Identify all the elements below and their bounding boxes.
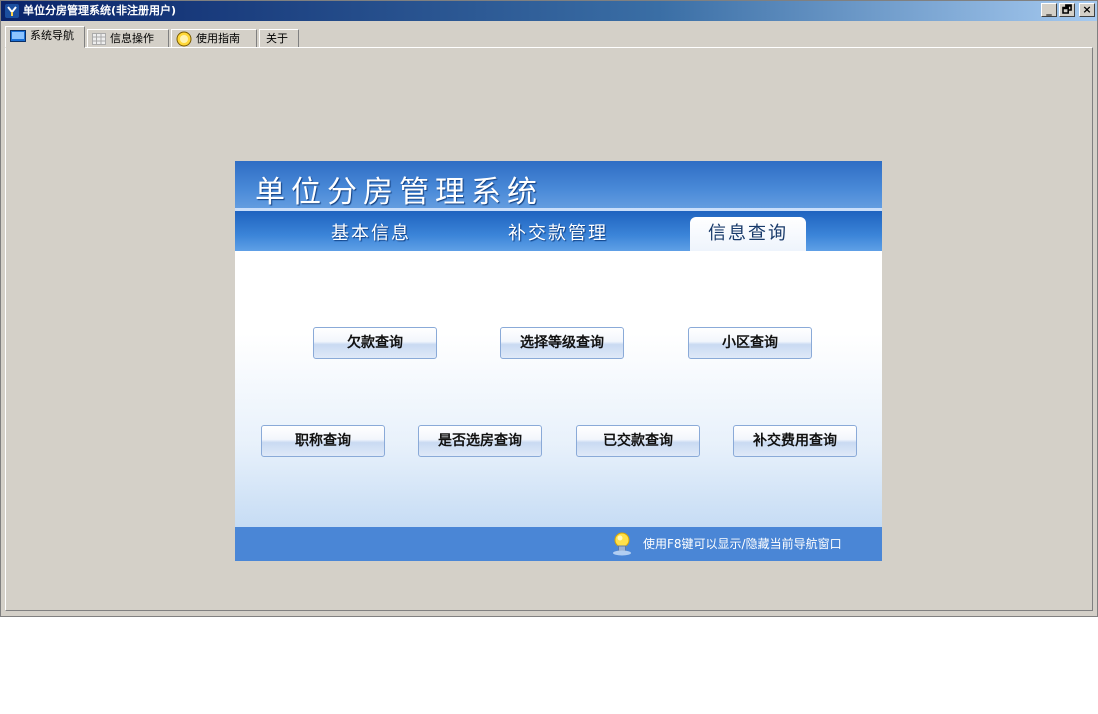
paid-query-button[interactable]: 已交款查询 — [576, 425, 700, 457]
tab-label: 信息操作 — [110, 32, 154, 45]
tab-label: 系统导航 — [30, 29, 74, 42]
title-query-button[interactable]: 职称查询 — [261, 425, 385, 457]
help-icon — [176, 31, 192, 47]
lightbulb-icon — [613, 532, 631, 556]
query-buttons-area: 欠款查询 选择等级查询 小区查询 职称查询 是否选房查询 已交款查询 补交费用查… — [235, 251, 882, 527]
nav-info-query[interactable]: 信息查询 — [690, 217, 806, 251]
level-query-button[interactable]: 选择等级查询 — [500, 327, 624, 359]
monitor-icon — [10, 30, 26, 42]
tab-label: 关于 — [266, 32, 288, 45]
panel-footer: 使用F8键可以显示/隐藏当前导航窗口 — [235, 527, 882, 561]
footer-tip: 使用F8键可以显示/隐藏当前导航窗口 — [643, 537, 842, 551]
tab-user-guide[interactable]: 使用指南 — [171, 29, 257, 48]
nav-basic-info[interactable]: 基本信息 — [331, 219, 411, 245]
app-window: 单位分房管理系统(非注册用户) _ 🗗 × 系统导航 信息操作 使用指南 关于 … — [0, 0, 1098, 617]
panel-title: 单位分房管理系统 — [255, 175, 543, 210]
room-selected-query-button[interactable]: 是否选房查询 — [418, 425, 542, 457]
arrears-query-button[interactable]: 欠款查询 — [313, 327, 437, 359]
tab-label: 使用指南 — [196, 32, 240, 45]
tab-info-ops[interactable]: 信息操作 — [87, 29, 169, 48]
close-button[interactable]: × — [1079, 3, 1095, 17]
nav-supplement-payment[interactable]: 补交款管理 — [508, 219, 608, 245]
community-query-button[interactable]: 小区查询 — [688, 327, 812, 359]
grid-icon — [92, 33, 106, 45]
tab-system-nav[interactable]: 系统导航 — [5, 26, 85, 48]
supplement-fee-query-button[interactable]: 补交费用查询 — [733, 425, 857, 457]
minimize-button[interactable]: _ — [1041, 3, 1057, 17]
panel-nav-bar: 基本信息 补交款管理 信息查询 — [235, 211, 882, 251]
panel-header: 单位分房管理系统 — [235, 161, 882, 213]
app-logo-icon — [5, 4, 19, 18]
window-title: 单位分房管理系统(非注册用户) — [23, 4, 177, 17]
restore-button[interactable]: 🗗 — [1059, 3, 1075, 17]
title-bar: 单位分房管理系统(非注册用户) _ 🗗 × — [1, 1, 1097, 21]
tab-about[interactable]: 关于 — [259, 29, 299, 48]
navigation-panel: 单位分房管理系统 基本信息 补交款管理 信息查询 欠款查询 选择等级查询 小区查… — [235, 161, 882, 561]
